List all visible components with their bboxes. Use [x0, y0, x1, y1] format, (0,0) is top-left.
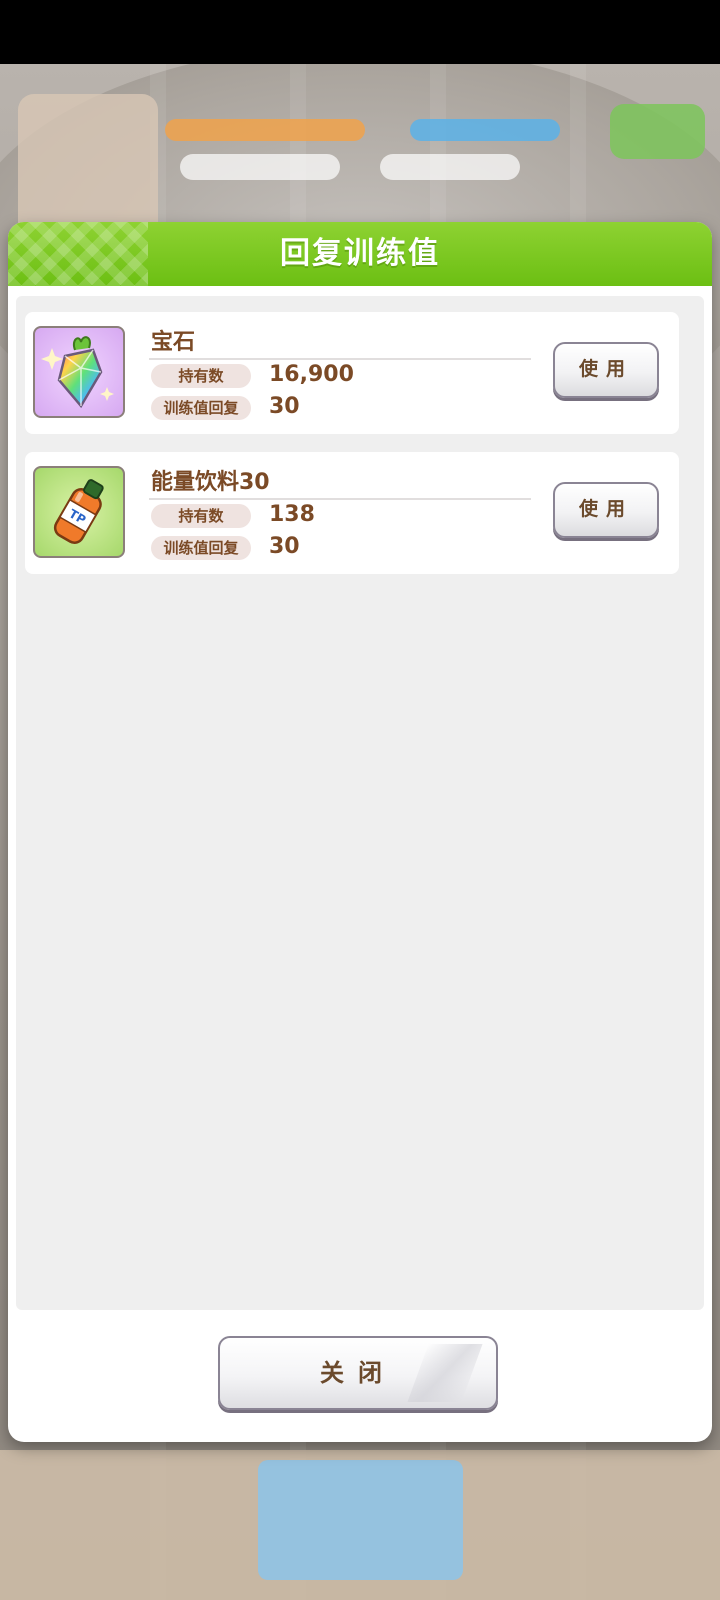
- background-stamina-bar: [165, 119, 365, 141]
- background-menu-button: [610, 104, 705, 159]
- button-gloss: [407, 1344, 483, 1402]
- rainbow-gem-icon: [33, 326, 125, 418]
- divider: [149, 498, 531, 500]
- divider: [149, 358, 531, 360]
- use-gem-button[interactable]: 使用: [553, 342, 659, 398]
- item-list-panel: [16, 296, 704, 1310]
- close-button-label: 关闭: [320, 1359, 396, 1387]
- use-energy-drink-button[interactable]: 使用: [553, 482, 659, 538]
- dialog-title: 回复训练值: [280, 236, 440, 271]
- recover-amount-label: 训练值回复: [151, 536, 251, 560]
- item-name: 能量饮料30: [151, 470, 270, 495]
- background-gem-pill: [380, 154, 520, 180]
- background-currency-pill: [180, 154, 340, 180]
- recover-amount-label: 训练值回复: [151, 396, 251, 420]
- owned-count-value: 138: [269, 502, 315, 527]
- background-tp-bar: [410, 119, 560, 141]
- recover-amount-value: 30: [269, 534, 300, 559]
- energy-drink-icon: TP: [33, 466, 125, 558]
- status-bar: [0, 0, 720, 64]
- recover-amount-value: 30: [269, 394, 300, 419]
- dialog-header: 回复训练值: [8, 222, 712, 286]
- owned-count-value: 16,900: [269, 362, 354, 387]
- owned-count-label: 持有数: [151, 364, 251, 388]
- owned-count-label: 持有数: [151, 504, 251, 528]
- background-home-tab: [258, 1460, 463, 1580]
- close-button[interactable]: 关闭: [218, 1336, 498, 1410]
- list-item: 宝石 持有数 16,900 训练值回复 30 使用: [25, 312, 679, 434]
- list-item: TP 能量饮料30 持有数 138 训练值回复 30 使用: [25, 452, 679, 574]
- item-name: 宝石: [151, 330, 196, 355]
